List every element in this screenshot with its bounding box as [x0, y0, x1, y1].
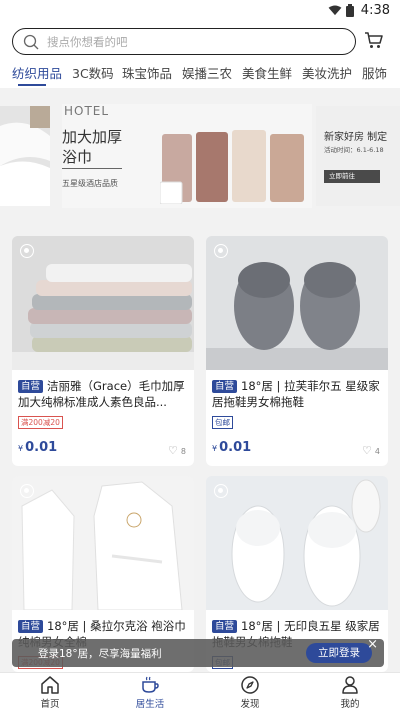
banner-headline-1: 加大加厚 [62, 128, 123, 146]
bottom-nav: 首页 居生活 发现 我的 [0, 672, 400, 711]
tab-entertainment-agri[interactable]: 娱播三农 [182, 63, 232, 82]
product-image [206, 476, 388, 610]
tab-apparel[interactable]: 服饰 [362, 63, 387, 82]
nav-discover-label: 发现 [240, 699, 260, 710]
user-icon [342, 676, 358, 694]
tab-food[interactable]: 美食生鲜 [242, 63, 292, 82]
status-time: 4:38 [360, 3, 390, 18]
currency-symbol: ¥ [212, 444, 218, 453]
product-price: ¥0.01 [18, 440, 57, 455]
login-promo-toast: 登录18°居，尽享海量福利 立即登录 × [12, 637, 384, 667]
self-operated-badge: 自营 [212, 620, 238, 633]
banner-slide-towels[interactable]: HOTEL 加大加厚 浴巾 五星级酒店品质 [62, 104, 312, 208]
cup-icon [142, 676, 159, 693]
video-badge-icon [214, 244, 228, 258]
self-operated-badge: 自营 [18, 620, 44, 633]
like-count-value: 4 [374, 447, 380, 456]
category-tabs: 纺织用品 3C数码 珠宝饰品 娱播三农 美食生鲜 美妆洗护 服饰 [0, 58, 400, 88]
banner-slide-prev[interactable] [0, 106, 50, 206]
wifi-icon [328, 5, 342, 16]
product-card[interactable]: 自营 洁丽雅（Grace）毛巾加厚加大纯棉标准成人素色良品... 满200减20 … [12, 236, 194, 466]
banner-slide-next[interactable]: 新家好房 制定 活动时间：6.1-6.18 立即前往 [316, 106, 400, 206]
tab-beauty[interactable]: 美妆洗护 [302, 63, 352, 82]
video-badge-icon [20, 244, 34, 258]
towels-image [160, 130, 304, 204]
login-now-button[interactable]: 立即登录 [306, 643, 372, 663]
heart-icon: ♡ [362, 444, 372, 457]
app-screen: 4:38 搜点你想看的吧 纺织用品 3C数码 珠宝饰品 娱播三农 美食生鲜 美妆… [0, 0, 400, 711]
nav-profile[interactable]: 我的 [320, 675, 380, 710]
banner-next-button[interactable]: 立即前往 [324, 170, 380, 183]
banner-headline-2: 浴巾 [62, 148, 93, 166]
banner-carousel[interactable]: HOTEL 加大加厚 浴巾 五星级酒店品质 新家好房 制定 活动时间：6.1-6… [0, 88, 400, 224]
nav-discover[interactable]: 发现 [220, 675, 280, 710]
product-title: 自营 18°居 | 拉芙菲尔五 星级家居拖鞋男女棉拖鞋 [212, 378, 384, 410]
product-image [12, 476, 194, 610]
search-input[interactable]: 搜点你想看的吧 [12, 28, 356, 55]
product-title-text: 18°居 | 拉芙菲尔五 星级家居拖鞋男女棉拖鞋 [212, 379, 380, 409]
tab-jewelry[interactable]: 珠宝饰品 [122, 63, 172, 82]
currency-symbol: ¥ [18, 444, 24, 453]
product-image [206, 236, 388, 370]
self-operated-badge: 自营 [212, 380, 238, 393]
bedding-image [0, 106, 50, 206]
banner-next-headline: 新家好房 制定 [324, 132, 388, 143]
search-bar-row: 搜点你想看的吧 [0, 22, 400, 58]
like-count-value: 8 [180, 447, 186, 456]
like-count[interactable]: ♡ 8 [168, 444, 186, 457]
product-price: ¥0.01 [212, 440, 251, 455]
price-value: 0.01 [219, 440, 252, 455]
product-image [12, 236, 194, 370]
coupon-badge: 满200减20 [18, 416, 63, 429]
cart-icon[interactable] [364, 30, 384, 50]
close-icon[interactable]: × [367, 637, 378, 652]
search-placeholder: 搜点你想看的吧 [47, 35, 128, 49]
nav-home[interactable]: 首页 [20, 675, 80, 710]
self-operated-badge: 自营 [18, 380, 44, 393]
tab-3c-digital[interactable]: 3C数码 [72, 63, 114, 82]
nav-living-label: 居生活 [135, 699, 165, 710]
battery-icon [346, 4, 354, 17]
heart-icon: ♡ [168, 444, 178, 457]
video-badge-icon [214, 484, 228, 498]
nav-profile-label: 我的 [340, 699, 360, 710]
like-count[interactable]: ♡ 4 [362, 444, 380, 457]
video-badge-icon [20, 484, 34, 498]
search-icon [23, 34, 39, 50]
status-bar: 4:38 [0, 0, 400, 22]
tab-active-indicator [18, 84, 46, 86]
tab-textiles[interactable]: 纺织用品 [12, 63, 62, 82]
product-title: 自营 洁丽雅（Grace）毛巾加厚加大纯棉标准成人素色良品... [18, 378, 190, 410]
home-icon [41, 676, 59, 694]
nav-living[interactable]: 居生活 [120, 675, 180, 710]
product-card[interactable]: 自营 18°居 | 拉芙菲尔五 星级家居拖鞋男女棉拖鞋 包邮 ¥0.01 ♡ 4 [206, 236, 388, 466]
banner-divider [62, 168, 122, 169]
nav-home-label: 首页 [40, 699, 60, 710]
banner-eyebrow: HOTEL [64, 104, 110, 118]
compass-icon [241, 676, 259, 694]
price-value: 0.01 [25, 440, 58, 455]
banner-subtitle: 五星级酒店品质 [62, 179, 118, 188]
free-shipping-badge: 包邮 [212, 416, 233, 429]
banner-next-date: 活动时间：6.1-6.18 [324, 146, 384, 154]
login-promo-message: 登录18°居，尽享海量福利 [38, 648, 162, 660]
